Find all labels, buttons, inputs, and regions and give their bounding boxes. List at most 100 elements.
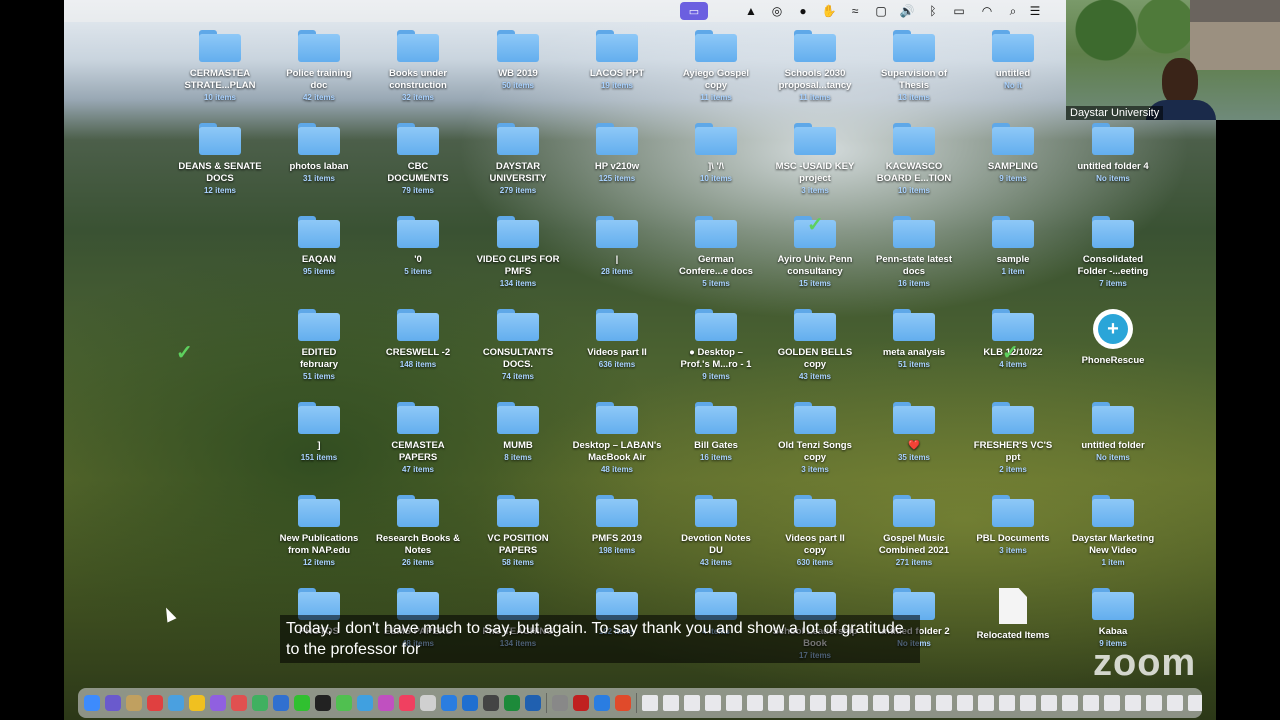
desktop-folder[interactable]: Schools 2030 proposal...tancy 11 items: [765, 30, 865, 103]
dock-minimized-window[interactable]: [663, 695, 679, 711]
desktop-folder[interactable]: EAQAN 95 items: [269, 216, 369, 277]
dock-minimized-window[interactable]: [1041, 695, 1057, 711]
dock-app-icon[interactable]: [105, 695, 121, 711]
dock-app-icon[interactable]: [399, 695, 415, 711]
dock-minimized-window[interactable]: [1167, 695, 1183, 711]
desktop-folder[interactable]: sample 1 item: [963, 216, 1063, 277]
dock-app-icon[interactable]: [441, 695, 457, 711]
dock-minimized-window[interactable]: [768, 695, 784, 711]
dock-minimized-window[interactable]: [1104, 695, 1120, 711]
desktop-folder[interactable]: CBC DOCUMENTS 79 items: [368, 123, 468, 196]
desktop-folder[interactable]: Desktop – LABAN's MacBook Air 48 items: [567, 402, 667, 475]
dock-minimized-window[interactable]: [810, 695, 826, 711]
dock-minimized-window[interactable]: [873, 695, 889, 711]
desktop-folder[interactable]: CEMASTEA PAPERS 47 items: [368, 402, 468, 475]
wifi-icon[interactable]: ◠: [978, 3, 996, 19]
dock-minimized-window[interactable]: [1020, 695, 1036, 711]
desktop-folder[interactable]: Old Tenzi Songs copy 3 items: [765, 402, 865, 475]
dock-minimized-window[interactable]: [852, 695, 868, 711]
search-icon[interactable]: ⌕: [1004, 3, 1022, 19]
dock-app-icon[interactable]: [294, 695, 310, 711]
dock-minimized-window[interactable]: [831, 695, 847, 711]
desktop-folder[interactable]: ]\ '/\ 10 items: [666, 123, 766, 184]
desktop-folder[interactable]: KACWASCO BOARD E...TION 10 items: [864, 123, 964, 196]
dock-app-icon[interactable]: [378, 695, 394, 711]
desktop-folder[interactable]: PMFS 2019 198 items: [567, 495, 667, 556]
desktop-folder[interactable]: MUMB 8 items: [468, 402, 568, 463]
desktop-folder[interactable]: Bill Gates 16 items: [666, 402, 766, 463]
dock-app-icon[interactable]: [552, 695, 568, 711]
desktop-folder[interactable]: Ayiego Gospel copy 11 items: [666, 30, 766, 103]
notch-icon[interactable]: ▲: [742, 3, 760, 19]
dock-app-icon[interactable]: [210, 695, 226, 711]
dock-minimized-window[interactable]: [1062, 695, 1078, 711]
dock-minimized-window[interactable]: [1125, 695, 1141, 711]
desktop-folder[interactable]: untitled folder 4 No items: [1063, 123, 1163, 184]
desktop-folder[interactable]: DAYSTAR UNIVERSITY 279 items: [468, 123, 568, 196]
dock-app-icon[interactable]: [336, 695, 352, 711]
desktop-folder[interactable]: MSC -USAID KEY project 3 items: [765, 123, 865, 196]
apple-icon[interactable]: [78, 3, 94, 19]
desktop-folder[interactable]: DEANS & SENATE DOCS 12 items: [170, 123, 270, 196]
desktop-folder[interactable]: untitled No it: [963, 30, 1063, 91]
desktop-folder[interactable]: EDITED february 51 items: [269, 309, 369, 382]
desktop-folder[interactable]: Videos part II 636 items: [567, 309, 667, 370]
dock-app-icon[interactable]: [84, 695, 100, 711]
desktop-folder[interactable]: Penn-state latest docs 16 items: [864, 216, 964, 289]
dock-minimized-window[interactable]: [789, 695, 805, 711]
dock-app-icon[interactable]: [594, 695, 610, 711]
desktop-folder[interactable]: CRESWELL -2 148 items: [368, 309, 468, 370]
battery-icon[interactable]: ▭: [948, 3, 970, 19]
dock-minimized-window[interactable]: [642, 695, 658, 711]
control-center-icon[interactable]: ☰: [1026, 3, 1044, 19]
desktop-folder[interactable]: Police training doc 42 items: [269, 30, 369, 103]
desktop-folder[interactable]: VC POSITION PAPERS 58 items: [468, 495, 568, 568]
desktop-folder[interactable]: ] 151 items: [269, 402, 369, 463]
desktop-folder[interactable]: Supervision of Thesis 13 items: [864, 30, 964, 103]
dock-app-icon[interactable]: [573, 695, 589, 711]
desktop-folder[interactable]: meta analysis 51 items: [864, 309, 964, 370]
zoom-screen-share-icon[interactable]: ▭: [680, 2, 708, 20]
dock-minimized-window[interactable]: [915, 695, 931, 711]
mirror-icon[interactable]: ▢: [872, 3, 890, 19]
dock-minimized-window[interactable]: [978, 695, 994, 711]
dock-minimized-window[interactable]: [1146, 695, 1162, 711]
desktop-folder[interactable]: PBL Documents 3 items: [963, 495, 1063, 556]
desktop-folder[interactable]: photos laban 31 items: [269, 123, 369, 184]
dock-app-icon[interactable]: [315, 695, 331, 711]
dock-app-icon[interactable]: [462, 695, 478, 711]
dock-minimized-window[interactable]: [894, 695, 910, 711]
desktop-folder[interactable]: SAMPLING 9 items: [963, 123, 1063, 184]
participant-video-tile[interactable]: Daystar University: [1066, 0, 1280, 120]
desktop-folder[interactable]: ✓ Ayiro Univ. Penn consultancy 15 items: [765, 214, 865, 289]
desktop-folder[interactable]: ● Desktop – Prof.'s M...ro - 1 9 items: [666, 309, 766, 382]
desktop-folder[interactable]: VIDEO CLIPS FOR PMFS 134 items: [468, 216, 568, 289]
desktop-folder[interactable]: | 28 items: [567, 216, 667, 277]
desktop-folder[interactable]: HP v210w 125 items: [567, 123, 667, 184]
dock-app-icon[interactable]: [273, 695, 289, 711]
desktop-app[interactable]: + PhoneRescue: [1063, 309, 1163, 367]
dock-minimized-window[interactable]: [999, 695, 1015, 711]
dock-minimized-window[interactable]: [684, 695, 700, 711]
dock-minimized-window[interactable]: [1083, 695, 1099, 711]
desktop-folder[interactable]: CERMASTEA STRATE...PLAN 10 items: [170, 30, 270, 103]
dock-minimized-window[interactable]: [957, 695, 973, 711]
desktop-folder[interactable]: Consolidated Folder -...eeting 7 items: [1063, 216, 1163, 289]
desktop-folder[interactable]: Gospel Music Combined 2021 271 items: [864, 495, 964, 568]
dock-app-icon[interactable]: [357, 695, 373, 711]
steam-icon[interactable]: ●: [794, 3, 812, 19]
dock-app-icon[interactable]: [615, 695, 631, 711]
dock-app-icon[interactable]: [168, 695, 184, 711]
dock-app-icon[interactable]: [252, 695, 268, 711]
desktop-folder[interactable]: CONSULTANTS DOCS. 74 items: [468, 309, 568, 382]
desktop-folder[interactable]: Research Books & Notes 26 items: [368, 495, 468, 568]
dock-app-icon[interactable]: [525, 695, 541, 711]
creative-cloud-icon[interactable]: ◎: [768, 3, 786, 19]
dock-app-icon[interactable]: [504, 695, 520, 711]
dock-minimized-window[interactable]: [936, 695, 952, 711]
hand-icon[interactable]: ✋: [820, 3, 838, 19]
desktop-folder[interactable]: GOLDEN BELLS copy 43 items: [765, 309, 865, 382]
dock-app-icon[interactable]: [420, 695, 436, 711]
desktop-folder[interactable]: ❤️ 35 items: [864, 402, 964, 463]
desktop-folder[interactable]: Daystar Marketing New Video 1 item: [1063, 495, 1163, 568]
